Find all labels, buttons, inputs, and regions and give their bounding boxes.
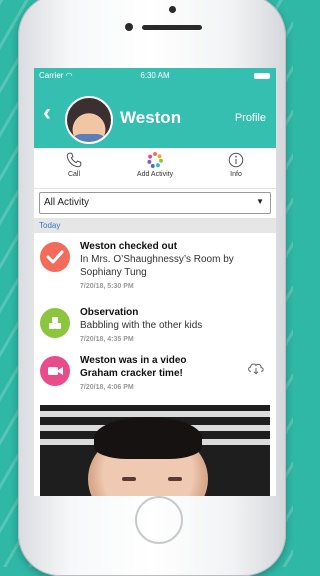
back-chevron-icon[interactable]: ‹	[43, 101, 51, 125]
feed-item-detail: Sophiany Tung	[80, 267, 147, 278]
feed-item-detail: Babbling with the other kids	[80, 320, 203, 331]
app-screen: Carrier ◠ 6:30 AM ‹ Weston Profile Call	[34, 68, 276, 496]
section-label: Today	[39, 221, 61, 230]
activity-filter-select[interactable]: All Activity ▼	[39, 192, 271, 214]
feed-item-text: Observation Babbling with the other kids…	[80, 306, 202, 346]
action-bar: Call Add Activity Info	[34, 148, 276, 189]
call-button[interactable]: Call	[34, 151, 114, 178]
info-label: Info	[230, 171, 242, 178]
feed-item-title: Observation	[80, 307, 139, 318]
status-bar: Carrier ◠ 6:30 AM	[34, 68, 276, 84]
chevron-down-icon: ▼	[256, 197, 264, 206]
add-activity-label: Add Activity	[136, 171, 174, 178]
profile-link[interactable]: Profile	[235, 112, 266, 124]
front-camera	[125, 23, 133, 31]
feed-item-timestamp: 7/20/18, 5:30 PM	[80, 283, 134, 290]
battery-icon	[254, 73, 270, 79]
status-time: 6:30 AM	[140, 71, 170, 80]
checkmark-icon	[40, 242, 70, 272]
info-icon	[228, 152, 244, 168]
child-name: Weston	[120, 108, 182, 127]
earpiece-speaker	[142, 25, 202, 30]
video-thumbnail[interactable]	[40, 405, 270, 496]
avatar[interactable]	[65, 96, 113, 144]
front-sensor	[169, 6, 176, 13]
blocks-icon	[40, 308, 70, 338]
home-button[interactable]	[135, 496, 183, 544]
activity-pinwheel-icon	[147, 152, 163, 168]
feed-item-caption: Graham cracker time!	[80, 368, 183, 379]
feed-item-timestamp: 7/20/18, 4:06 PM	[80, 384, 134, 391]
baby-eye	[122, 477, 136, 481]
info-button[interactable]: Info	[196, 151, 276, 178]
profile-header: ‹ Weston Profile	[34, 84, 276, 148]
filter-value: All Activity	[44, 197, 90, 208]
highchair-stripe	[40, 411, 270, 417]
feed-item-detail: In Mrs. O’Shaughnessy’s Room by	[80, 254, 234, 265]
add-activity-button[interactable]: Add Activity	[115, 151, 195, 178]
feed-item-text: Weston checked out In Mrs. O’Shaughnessy…	[80, 240, 234, 293]
section-header-today: Today	[34, 218, 276, 233]
cloud-download-icon[interactable]	[246, 360, 266, 376]
baby-hair	[94, 417, 202, 459]
phone-icon	[66, 152, 82, 168]
feed-item-title: Weston checked out	[80, 241, 178, 252]
video-camera-icon	[40, 356, 70, 386]
baby-eye	[168, 477, 182, 481]
call-label: Call	[67, 171, 81, 178]
feed-item-title: Weston was in a video	[80, 355, 187, 366]
feed-item-timestamp: 7/20/18, 4:35 PM	[80, 336, 134, 343]
avatar-shirt	[71, 134, 107, 142]
feed-item-text: Weston was in a video Graham cracker tim…	[80, 354, 187, 394]
